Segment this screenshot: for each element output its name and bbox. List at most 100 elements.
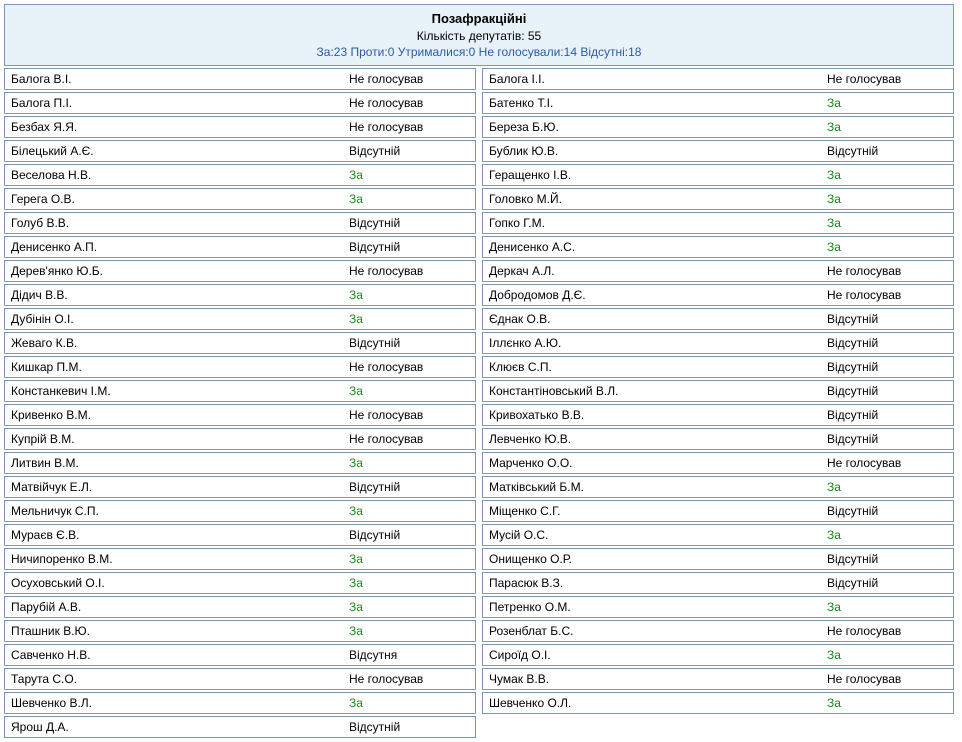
vote-row: Купрій В.М.Не голосував [4, 428, 476, 450]
deputy-name: Безбах Я.Я. [5, 120, 343, 134]
deputy-vote: За [821, 648, 953, 662]
vote-row: Пташник В.Ю.За [4, 620, 476, 642]
deputy-name: Мусій О.С. [483, 528, 821, 542]
deputy-name: Герега О.В. [5, 192, 343, 206]
deputy-name: Пташник В.Ю. [5, 624, 343, 638]
deputy-vote: За [821, 120, 953, 134]
deputy-name: Балога І.І. [483, 72, 821, 86]
vote-row: Клюєв С.П.Відсутній [482, 356, 954, 378]
deputy-vote: Не голосував [343, 672, 475, 686]
deputy-name: Жеваго К.В. [5, 336, 343, 350]
deputy-vote: Відсутня [343, 648, 475, 662]
vote-row: Розенблат Б.С.Не голосував [482, 620, 954, 642]
deputy-name: Тарута С.О. [5, 672, 343, 686]
vote-row: Геращенко І.В.За [482, 164, 954, 186]
deputy-name: Мураєв Є.В. [5, 528, 343, 542]
deputy-name: Деркач А.Л. [483, 264, 821, 278]
vote-row: Безбах Я.Я.Не голосував [4, 116, 476, 138]
deputy-vote: Відсутній [821, 432, 953, 446]
deputy-name: Береза Б.Ю. [483, 120, 821, 134]
deputy-name: Матківський Б.М. [483, 480, 821, 494]
deputy-name: Сироїд О.І. [483, 648, 821, 662]
vote-summary: За:23 Проти:0 Утрималися:0 Не голосували… [5, 44, 953, 61]
vote-row: Денисенко А.С.За [482, 236, 954, 258]
deputy-name: Кишкар П.М. [5, 360, 343, 374]
vote-row: Балога І.І.Не голосував [482, 68, 954, 90]
deputy-name: Геращенко І.В. [483, 168, 821, 182]
deputy-name: Онищенко О.Р. [483, 552, 821, 566]
deputy-name: Мельничук С.П. [5, 504, 343, 518]
deputy-vote: Відсутній [821, 144, 953, 158]
deputy-name: Клюєв С.П. [483, 360, 821, 374]
deputy-name: Купрій В.М. [5, 432, 343, 446]
deputy-vote: За [343, 696, 475, 710]
deputy-name: Денисенко А.С. [483, 240, 821, 254]
vote-column-right: Балога І.І.Не голосувавБатенко Т.І.ЗаБер… [482, 68, 954, 738]
vote-row: Чумак В.В.Не голосував [482, 668, 954, 690]
deputy-name: Добродомов Д.Є. [483, 288, 821, 302]
vote-row: Кривенко В.М.Не голосував [4, 404, 476, 426]
vote-row: Батенко Т.І.За [482, 92, 954, 114]
deputy-name: Веселова Н.В. [5, 168, 343, 182]
deputy-vote: Не голосував [821, 72, 953, 86]
deputy-vote: Відсутній [821, 312, 953, 326]
vote-row: Єднак О.В.Відсутній [482, 308, 954, 330]
vote-row: Осуховський О.І.За [4, 572, 476, 594]
deputy-name: Білецький А.Є. [5, 144, 343, 158]
deputy-vote: Відсутній [343, 336, 475, 350]
vote-row: Матвійчук Е.Л.Відсутній [4, 476, 476, 498]
vote-row: Литвин В.М.За [4, 452, 476, 474]
faction-title: Позафракційні [5, 9, 953, 28]
deputy-name: Голуб В.В. [5, 216, 343, 230]
deputy-name: Литвин В.М. [5, 456, 343, 470]
vote-row: Онищенко О.Р.Відсутній [482, 548, 954, 570]
deputy-name: Міщенко С.Г. [483, 504, 821, 518]
vote-row: Левченко Ю.В.Відсутній [482, 428, 954, 450]
deputy-name: Головко М.Й. [483, 192, 821, 206]
vote-row: Матківський Б.М.За [482, 476, 954, 498]
deputy-name: Батенко Т.І. [483, 96, 821, 110]
deputy-vote: Не голосував [343, 408, 475, 422]
vote-row: Марченко О.О.Не голосував [482, 452, 954, 474]
deputy-vote: За [821, 528, 953, 542]
deputy-vote: Не голосував [821, 624, 953, 638]
deputy-name: Дубінін О.І. [5, 312, 343, 326]
deputy-vote: Відсутній [343, 480, 475, 494]
deputy-vote: За [821, 240, 953, 254]
deputy-name: Дідич В.В. [5, 288, 343, 302]
deputy-name: Чумак В.В. [483, 672, 821, 686]
deputy-name: Кривенко В.М. [5, 408, 343, 422]
vote-row: Шевченко О.Л.За [482, 692, 954, 714]
vote-row: Шевченко В.Л.За [4, 692, 476, 714]
deputy-vote: Не голосував [821, 264, 953, 278]
vote-row: Мураєв Є.В.Відсутній [4, 524, 476, 546]
deputy-vote: За [343, 312, 475, 326]
vote-row: Герега О.В.За [4, 188, 476, 210]
deputy-vote: За [343, 168, 475, 182]
deputy-vote: Не голосував [343, 120, 475, 134]
vote-columns: Балога В.І.Не голосувавБалога П.І.Не гол… [4, 68, 954, 738]
deputy-name: Єднак О.В. [483, 312, 821, 326]
deputy-vote: За [343, 384, 475, 398]
vote-row: Ярош Д.А.Відсутній [4, 716, 476, 738]
deputy-vote: Не голосував [343, 360, 475, 374]
vote-row: Дубінін О.І.За [4, 308, 476, 330]
deputy-name: Савченко Н.В. [5, 648, 343, 662]
deputy-name: Матвійчук Е.Л. [5, 480, 343, 494]
deputy-vote: За [343, 288, 475, 302]
deputy-vote: За [343, 504, 475, 518]
vote-row: Білецький А.Є.Відсутній [4, 140, 476, 162]
deputy-vote: Відсутній [821, 504, 953, 518]
vote-row: Веселова Н.В.За [4, 164, 476, 186]
deputy-vote: За [821, 216, 953, 230]
deputy-vote: Не голосував [343, 72, 475, 86]
deputy-name: Розенблат Б.С. [483, 624, 821, 638]
deputy-vote: За [821, 96, 953, 110]
vote-row: Савченко Н.В.Відсутня [4, 644, 476, 666]
deputy-vote: Не голосував [821, 456, 953, 470]
deputy-vote: Відсутній [821, 408, 953, 422]
deputy-name: Шевченко В.Л. [5, 696, 343, 710]
deputy-vote: Відсутній [343, 720, 475, 734]
vote-row: Балога В.І.Не голосував [4, 68, 476, 90]
vote-row: Жеваго К.В.Відсутній [4, 332, 476, 354]
